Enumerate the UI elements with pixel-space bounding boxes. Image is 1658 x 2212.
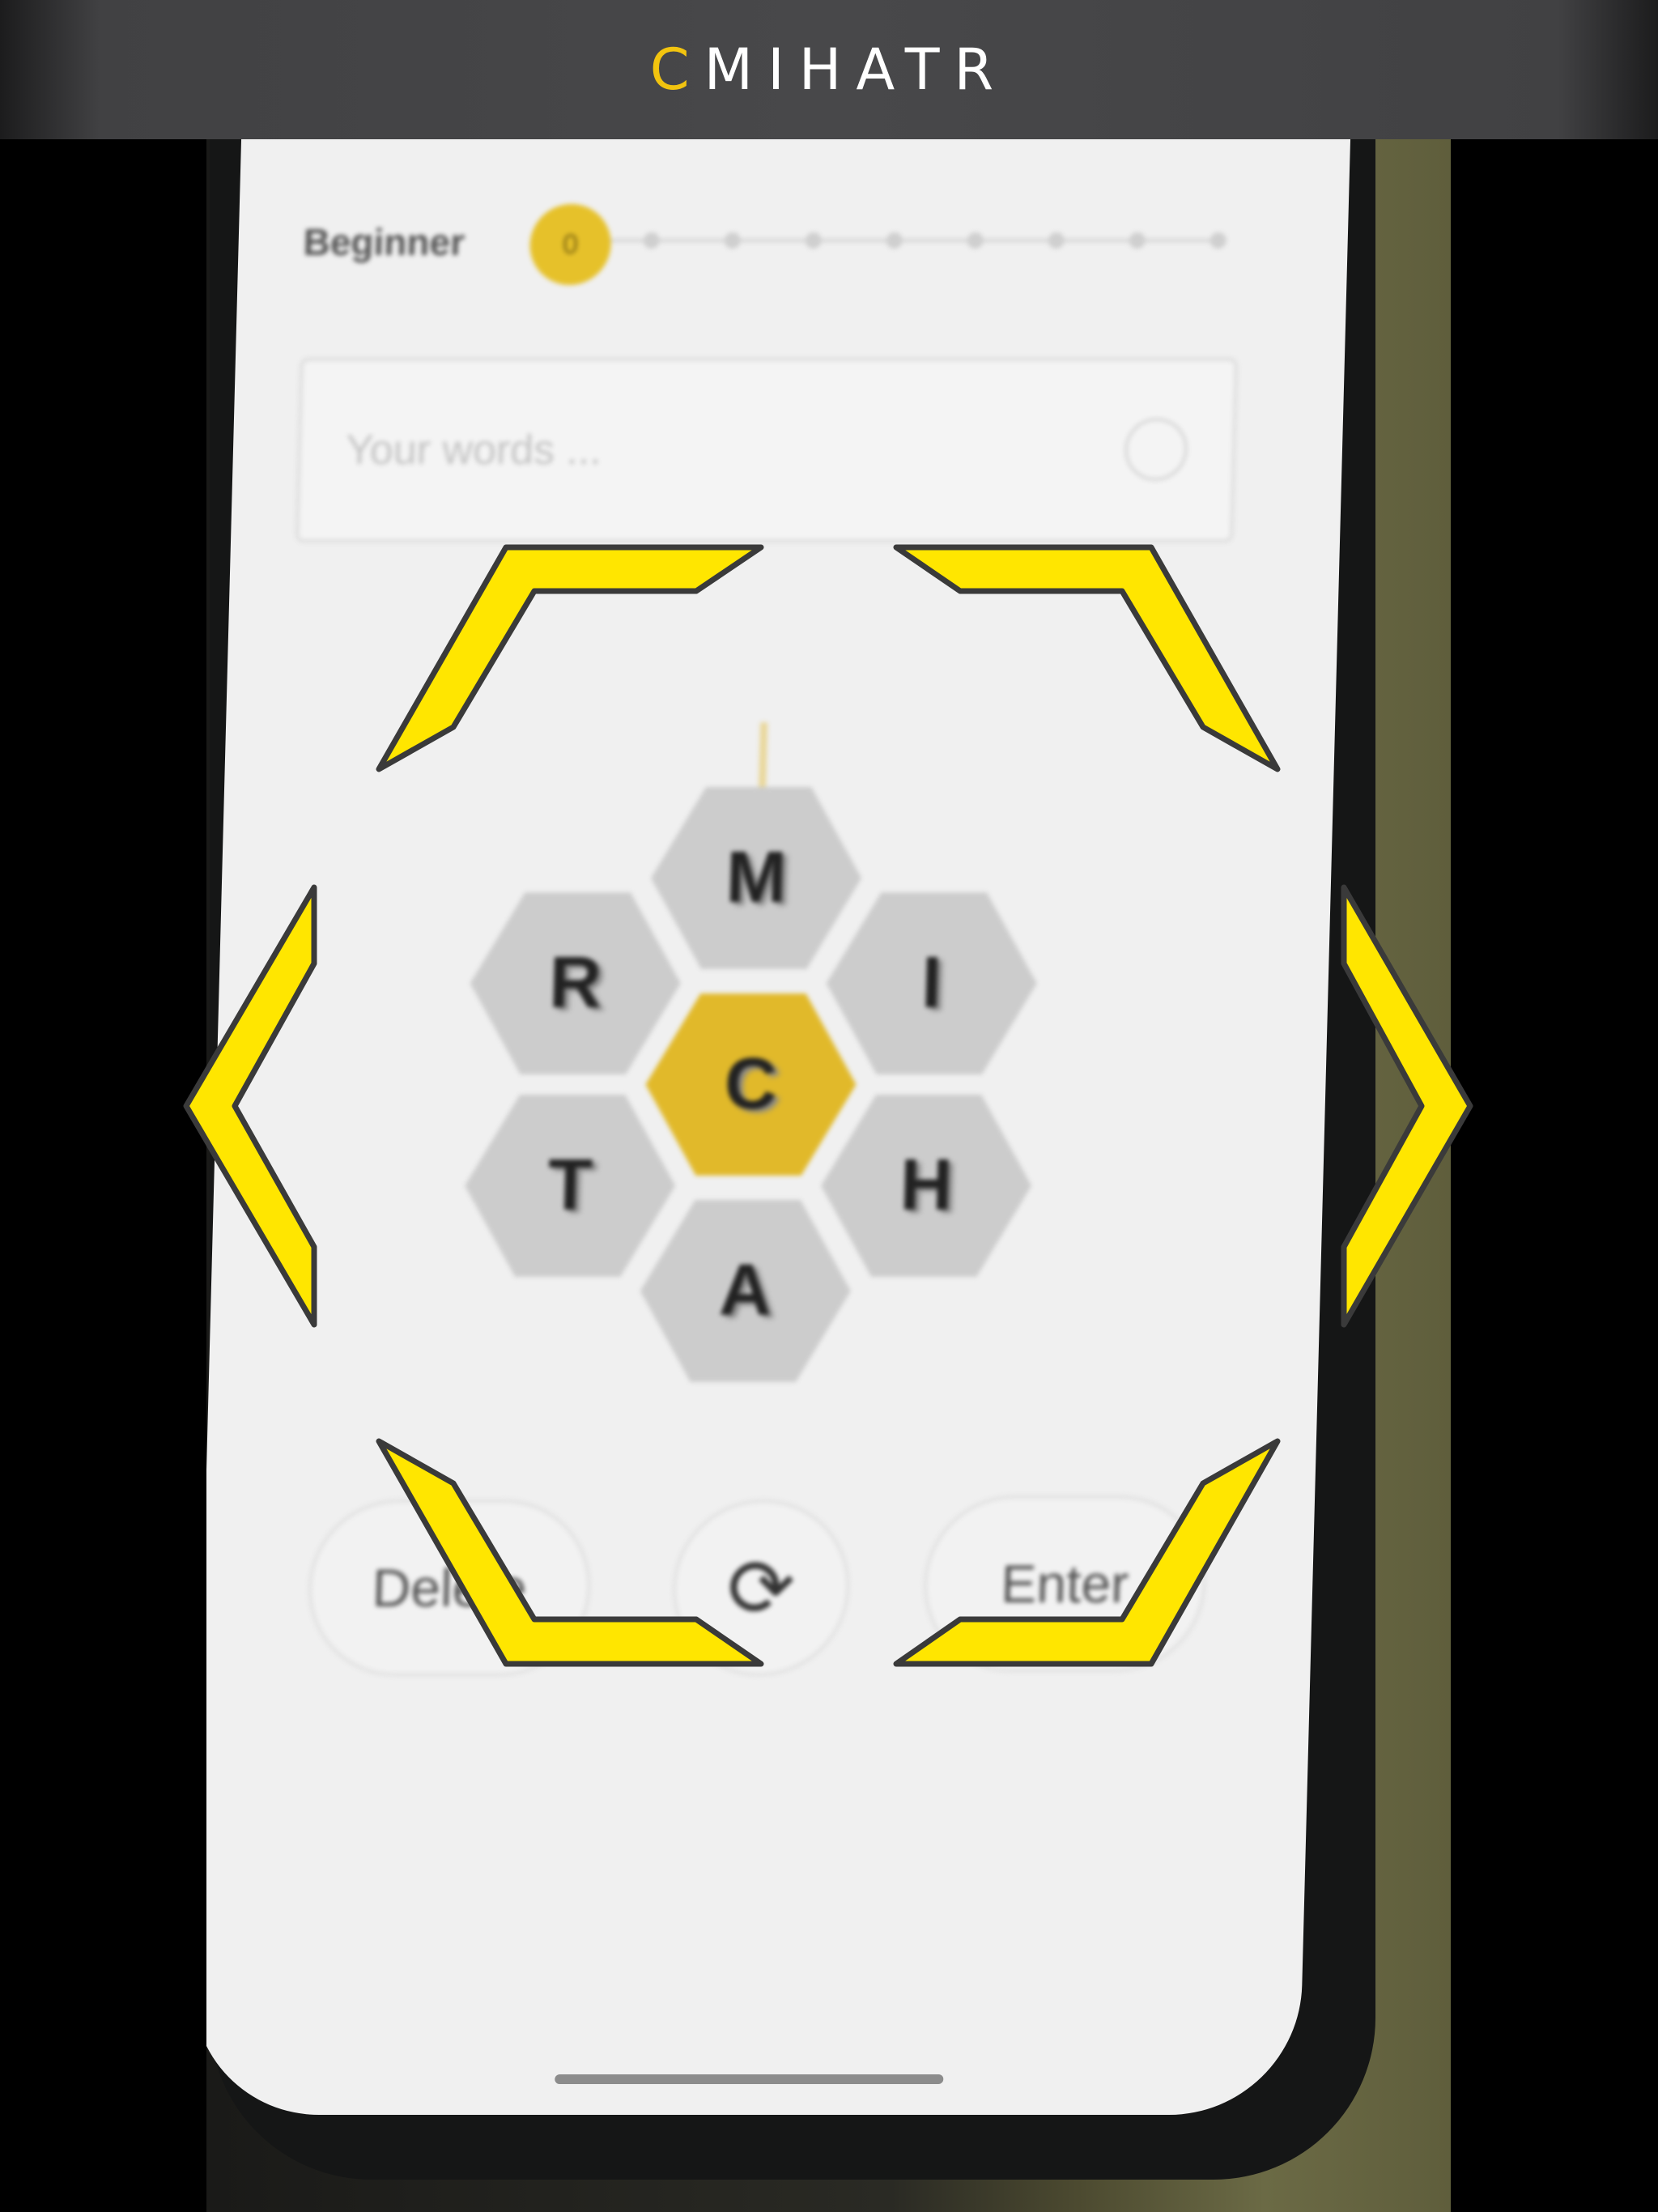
progress-dot bbox=[1048, 232, 1065, 249]
rank-label: Beginner bbox=[303, 221, 466, 263]
enter-button[interactable]: Enter bbox=[921, 1495, 1209, 1672]
found-words-field[interactable]: Your words ... bbox=[295, 358, 1238, 542]
scan-result-bar: CMIHATR bbox=[0, 0, 1658, 139]
progress-dot bbox=[805, 232, 823, 249]
detected-letters: CMIHATR bbox=[650, 36, 1008, 103]
letter-tile-upper-left[interactable]: R bbox=[468, 892, 683, 1074]
letter-tile-top[interactable]: M bbox=[648, 787, 864, 969]
tile-letter: M bbox=[725, 837, 788, 918]
letter-tile-lower-right[interactable]: H bbox=[818, 1095, 1034, 1277]
letter-tile-center[interactable]: C bbox=[644, 993, 859, 1176]
tile-letter: I bbox=[920, 942, 943, 1023]
progress-dot bbox=[1129, 232, 1146, 249]
phone-body: Beginner 0 Your words ... M R I C T H A … bbox=[206, 139, 1375, 2180]
camera-view: Beginner 0 Your words ... M R I C T H A … bbox=[206, 139, 1451, 2212]
delete-button[interactable]: Delete bbox=[306, 1499, 593, 1676]
progress-track bbox=[562, 232, 1227, 249]
progress-dot bbox=[643, 232, 661, 249]
detected-rest-letters: MIHATR bbox=[704, 36, 1009, 103]
letter-tile-lower-left[interactable]: T bbox=[462, 1095, 678, 1277]
tile-letter: C bbox=[723, 1044, 779, 1125]
tile-letter: H bbox=[899, 1145, 954, 1226]
shuffle-icon: ⟳ bbox=[725, 1542, 797, 1634]
progress-dot bbox=[886, 232, 903, 249]
tile-letter: A bbox=[717, 1250, 773, 1331]
chevron-down-icon[interactable] bbox=[1123, 418, 1189, 481]
tile-letter: T bbox=[546, 1145, 593, 1226]
detected-first-letter: C bbox=[649, 36, 704, 103]
home-indicator bbox=[555, 2074, 944, 2084]
tile-letter: R bbox=[547, 942, 603, 1023]
progress-dot bbox=[1209, 232, 1227, 249]
progress-dot bbox=[724, 232, 742, 249]
letter-tile-bottom[interactable]: A bbox=[638, 1200, 853, 1382]
phone-screen: Beginner 0 Your words ... M R I C T H A … bbox=[206, 139, 1352, 2115]
score-circle: 0 bbox=[529, 204, 612, 285]
shuffle-button[interactable]: ⟳ bbox=[670, 1499, 852, 1676]
found-words-placeholder: Your words ... bbox=[345, 427, 602, 474]
progress-dot bbox=[967, 232, 984, 249]
letter-tile-upper-right[interactable]: I bbox=[824, 892, 1039, 1074]
